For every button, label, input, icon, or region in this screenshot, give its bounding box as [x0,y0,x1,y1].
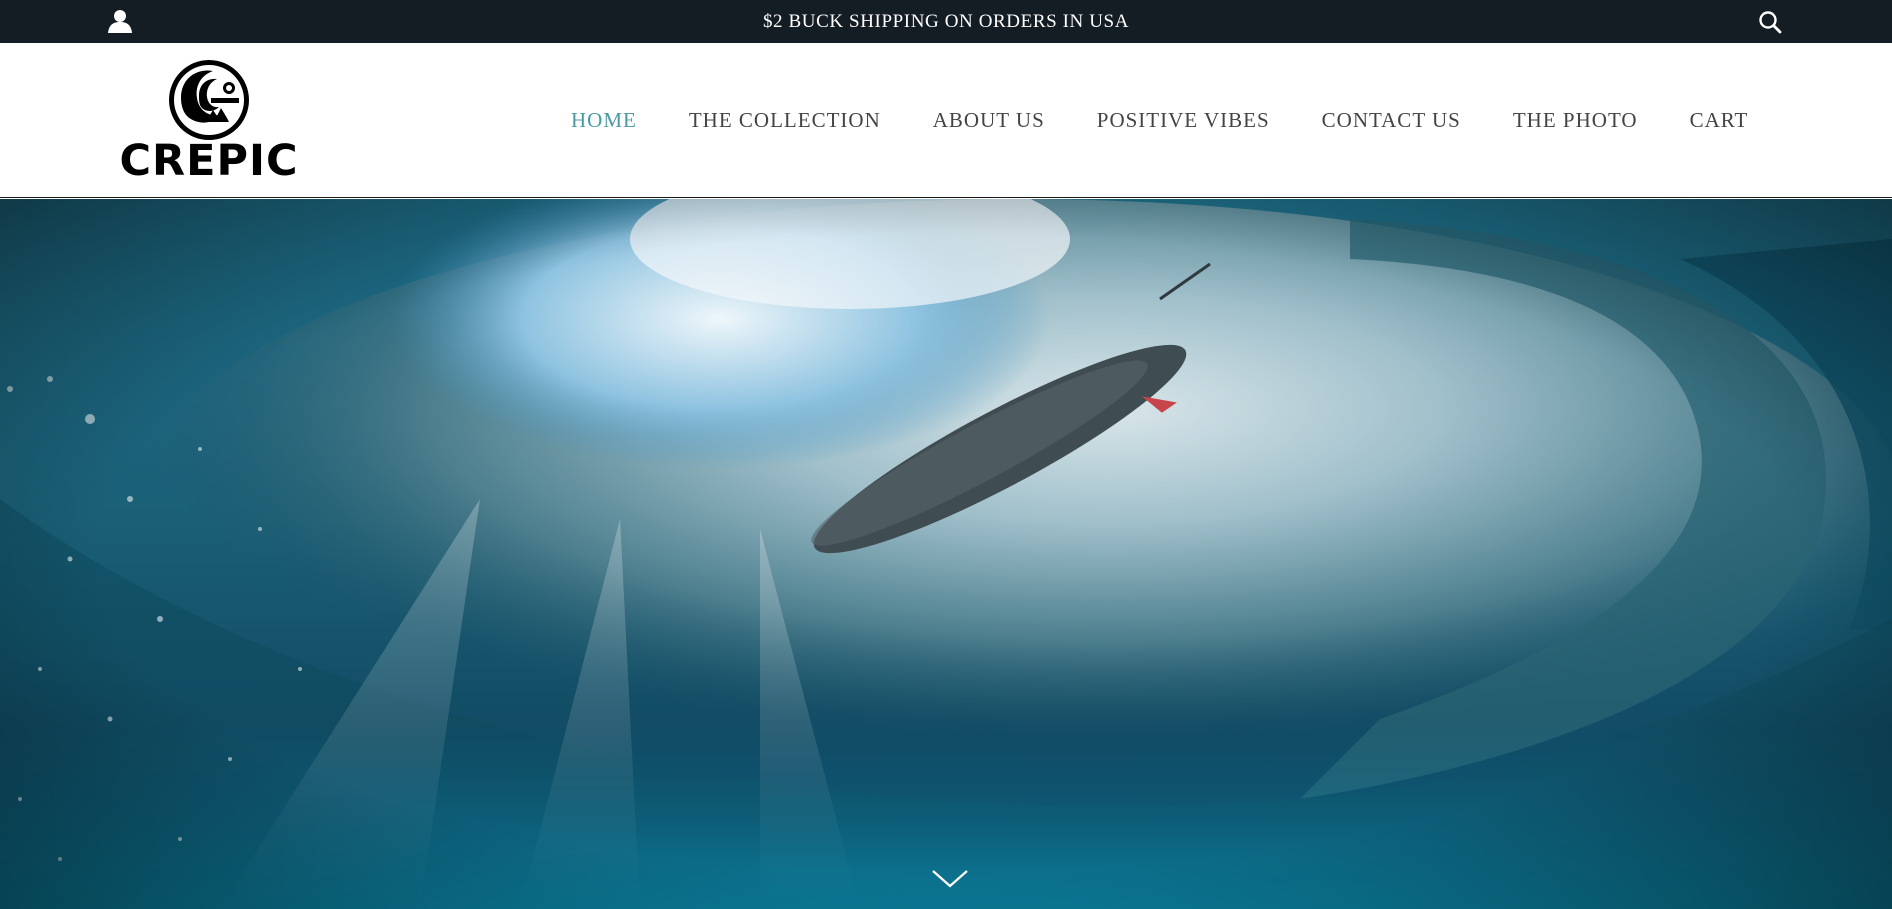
logo[interactable]: CREPIC [106,58,312,184]
nav-item-contact-us[interactable]: CONTACT US [1322,108,1461,133]
site-header: CREPIC HOME THE COLLECTION ABOUT US POSI… [0,43,1892,198]
nav-item-the-collection[interactable]: THE COLLECTION [689,108,881,133]
nav-item-about-us[interactable]: ABOUT US [933,108,1045,133]
main-nav: HOME THE COLLECTION ABOUT US POSITIVE VI… [571,43,1748,198]
announcement-bar: $2 BUCK SHIPPING ON ORDERS IN USA [0,0,1892,43]
chevron-down-icon[interactable] [930,866,970,890]
hero-image [0,199,1892,909]
hero-banner [0,199,1892,909]
announcement-text: $2 BUCK SHIPPING ON ORDERS IN USA [762,11,1130,32]
nav-item-home[interactable]: HOME [571,108,637,133]
logo-wordmark: CREPIC [119,136,299,186]
logo-mark-icon [169,60,249,140]
nav-item-positive-vibes[interactable]: POSITIVE VIBES [1097,108,1270,133]
nav-item-cart[interactable]: CART [1690,108,1749,133]
search-icon[interactable] [1758,10,1782,34]
nav-item-the-photo[interactable]: THE PHOTO [1513,108,1638,133]
